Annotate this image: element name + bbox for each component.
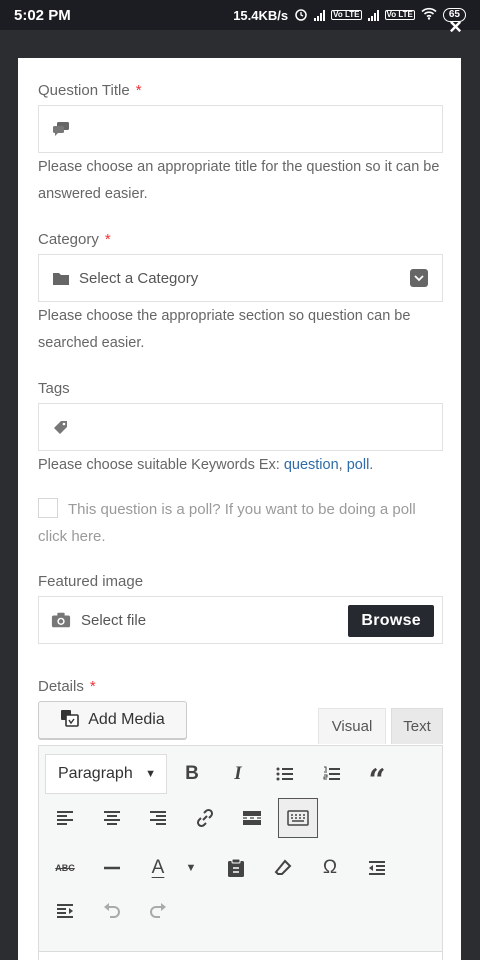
question-title-label: Question Title * — [38, 82, 142, 99]
redo-icon — [150, 903, 166, 918]
text-color-button[interactable]: A — [138, 848, 178, 888]
numbered-list-button[interactable] — [312, 754, 352, 794]
horizontal-line-button[interactable] — [92, 848, 132, 888]
align-center-button[interactable] — [92, 798, 132, 838]
required-mark: * — [135, 82, 142, 99]
signal-icon-2 — [367, 9, 379, 21]
read-more-icon — [243, 811, 261, 825]
undo-button[interactable] — [92, 891, 132, 931]
media-icon — [60, 709, 80, 732]
strikethrough-button[interactable]: ABC — [45, 848, 85, 888]
wifi-icon — [421, 7, 437, 23]
tag-icon — [51, 417, 71, 437]
align-left-button[interactable] — [45, 798, 85, 838]
question-title-label-text: Question Title — [38, 82, 130, 99]
bullet-list-button[interactable] — [265, 754, 305, 794]
details-label-text: Details — [38, 678, 84, 695]
special-character-button[interactable]: Ω — [310, 848, 350, 888]
rich-text-editor: Paragraph ▼ B I “ ABC A ▼ Ω — [38, 745, 443, 960]
format-selected: Paragraph — [58, 765, 133, 782]
featured-image-input[interactable]: Select file Browse — [38, 596, 443, 644]
volte-badge-2: Vo LTE — [384, 10, 415, 20]
bold-button[interactable]: B — [172, 754, 212, 794]
close-icon[interactable]: × — [449, 16, 462, 38]
poll-option[interactable]: This question is a poll? If you want to … — [38, 496, 448, 550]
chevron-down-icon — [410, 269, 428, 287]
eraser-icon — [274, 859, 292, 875]
category-selected: Select a Category — [79, 269, 199, 287]
folder-icon — [51, 268, 71, 288]
required-mark: * — [89, 678, 96, 695]
tags-label: Tags — [38, 380, 70, 397]
category-select[interactable]: Select a Category — [38, 254, 443, 302]
status-icons: 15.4KB/s Vo LTE Vo LTE 65 — [233, 7, 466, 24]
caret-down-icon: ▼ — [145, 768, 156, 780]
outdent-button[interactable] — [357, 848, 397, 888]
insert-link-button[interactable] — [185, 798, 225, 838]
text-color-dropdown[interactable]: ▼ — [176, 848, 206, 888]
volte-badge: Vo LTE — [331, 10, 362, 20]
align-right-button[interactable] — [138, 798, 178, 838]
question-title-help: Please choose an appropriate title for t… — [38, 159, 440, 202]
clear-formatting-button[interactable] — [263, 848, 303, 888]
blockquote-button[interactable]: “ — [357, 754, 397, 798]
suffix: . — [369, 457, 374, 473]
category-label-text: Category — [38, 231, 99, 248]
read-more-button[interactable] — [232, 798, 272, 838]
outdent-icon — [369, 861, 385, 875]
undo-icon — [104, 903, 120, 918]
clock: 5:02 PM — [14, 6, 71, 24]
align-left-icon — [57, 811, 73, 825]
indent-icon — [57, 904, 73, 918]
alarm-icon — [294, 7, 308, 24]
redo-button[interactable] — [138, 891, 178, 931]
toolbar-toggle-button[interactable] — [278, 798, 318, 838]
tags-help: Please choose suitable Keywords Ex: ques… — [38, 452, 443, 479]
signal-icon — [314, 9, 326, 21]
tags-help-text: Please choose suitable Keywords Ex: — [38, 457, 284, 473]
ask-question-form: Question Title * Please choose an appropr… — [18, 58, 461, 960]
clipboard-icon — [228, 858, 244, 877]
keyword-link-question[interactable]: question — [284, 457, 339, 473]
add-media-label: Add Media — [88, 711, 165, 728]
add-media-button[interactable]: Add Media — [38, 701, 187, 739]
separator: , — [338, 457, 347, 473]
tags-input[interactable] — [38, 403, 443, 451]
details-label: Details * — [38, 678, 96, 695]
tab-text[interactable]: Text — [391, 708, 443, 744]
align-center-icon — [104, 811, 120, 825]
link-icon — [196, 808, 214, 828]
camera-icon — [51, 610, 71, 630]
required-mark: * — [104, 231, 111, 248]
paste-text-button[interactable] — [216, 848, 256, 888]
bullet-list-icon — [276, 767, 293, 781]
paragraph-format-select[interactable]: Paragraph ▼ — [45, 754, 167, 794]
indent-button[interactable] — [45, 891, 85, 931]
category-help: Please choose the appropriate section so… — [38, 308, 411, 351]
modal-backdrop — [0, 30, 480, 60]
poll-label: This question is a poll? If you want to … — [38, 501, 416, 545]
question-title-input[interactable] — [38, 105, 443, 153]
file-placeholder: Select file — [81, 611, 147, 629]
browse-button[interactable]: Browse — [348, 605, 434, 637]
horizontal-line-icon — [104, 866, 120, 870]
poll-checkbox[interactable] — [38, 498, 58, 518]
tab-visual[interactable]: Visual — [318, 708, 386, 744]
editor-content-area[interactable] — [39, 951, 442, 960]
featured-image-label: Featured image — [38, 573, 144, 590]
numbered-list-icon — [323, 766, 340, 780]
network-speed: 15.4KB/s — [233, 7, 289, 23]
align-right-icon — [150, 811, 166, 825]
keyword-link-poll[interactable]: poll — [347, 457, 370, 473]
comments-icon — [51, 119, 71, 139]
status-bar: 5:02 PM 15.4KB/s Vo LTE Vo LTE 65 — [0, 0, 480, 30]
keyboard-icon — [287, 810, 309, 826]
italic-button[interactable]: I — [218, 754, 258, 794]
category-label: Category * — [38, 231, 111, 248]
